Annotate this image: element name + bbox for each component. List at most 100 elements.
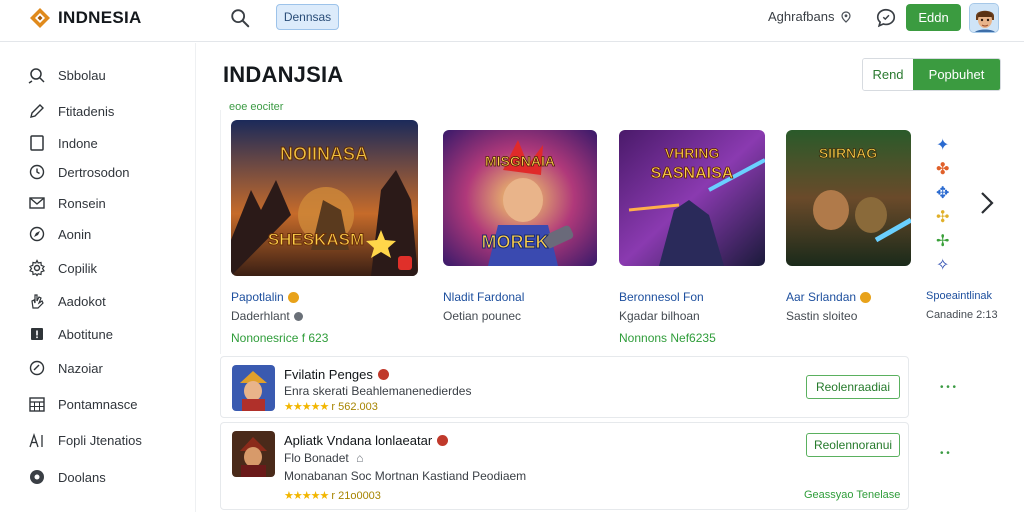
rating: ★★★★★ r 21o0003 (284, 489, 381, 502)
category-icon[interactable]: ✤ (936, 158, 960, 182)
art-title-bottom: SASNAISA (651, 165, 734, 182)
pencil-icon (30, 104, 44, 118)
verified-badge-icon (287, 291, 299, 303)
app-thumbnail (232, 365, 275, 411)
sidebar-item-label: Fopli Jtenatios (58, 432, 142, 448)
category-icon[interactable]: ✣ (936, 206, 960, 230)
sidebar-item-5[interactable]: Ronsein (28, 193, 106, 213)
category-icon-strip: ✦ ✤ ✥ ✣ ✢ ✧ (936, 134, 960, 278)
chevron-right-icon[interactable] (977, 189, 997, 217)
category-icon[interactable]: ✢ (936, 230, 960, 254)
game-meta: Nononesrice f 623 (231, 331, 329, 345)
hand-icon (31, 294, 44, 309)
sidebar-item-label: Ronsein (58, 195, 106, 211)
sidebar-item-2[interactable]: Ftitadenis (28, 101, 114, 121)
sidebar-item-11[interactable]: Pontamnasce (28, 394, 138, 414)
game-title[interactable]: Beronnesol Fon (619, 290, 704, 304)
publisher-name: Flo Bonadet (284, 451, 349, 465)
app-logo[interactable]: INDNESIA (28, 6, 142, 30)
edit-button[interactable]: Eddn (906, 4, 961, 31)
game-developer: Oetian pounec (443, 309, 522, 323)
game-art: SIIRNAG (786, 130, 911, 266)
rating: ★★★★★ r 562.003 (284, 400, 378, 413)
list-item-title[interactable]: Apliatk Vndana lonlaeatar (284, 433, 432, 448)
logo-icon (30, 8, 50, 28)
compass-icon (29, 226, 45, 242)
sidebar-item-10[interactable]: Nazoiar (28, 358, 103, 378)
segment-rend[interactable]: Rend (863, 59, 913, 90)
info-icon (293, 311, 303, 321)
rating-count: r 562.003 (331, 401, 378, 413)
search-icon (28, 68, 45, 84)
verified-badge-icon (860, 291, 872, 303)
tab-dennsas[interactable]: Dennsas (276, 4, 339, 30)
game-title[interactable]: Papotlalin (231, 290, 284, 304)
lock-icon: ⌂ (356, 451, 364, 465)
sidebar-item-1[interactable]: Sbbolau (28, 65, 106, 85)
list-item-extra-link[interactable]: Geassyao Tenelase (804, 489, 900, 501)
segment-popbuhet[interactable]: Popbuhet (913, 59, 1000, 90)
avatar[interactable] (969, 3, 999, 33)
sidebar-item-label: Ftitadenis (58, 103, 115, 119)
user-menu[interactable]: Aghrafbans (768, 9, 852, 24)
sidebar-item-3[interactable]: Indone (28, 133, 98, 153)
view-toggle: Rend Popbuhet (862, 58, 1001, 91)
page-title: INDANJSIA (223, 62, 344, 87)
search-icon[interactable] (229, 7, 251, 29)
mail-icon (29, 197, 45, 209)
sidebar-item-label: Indone (58, 135, 98, 151)
category-icon[interactable]: ✧ (936, 254, 960, 278)
art-title-top: SIIRNAG (819, 145, 877, 161)
chat-icon[interactable] (875, 7, 897, 29)
game-developer: Sastin sloiteo (786, 309, 858, 323)
more-dots[interactable]: • • • (940, 382, 956, 393)
list-item[interactable]: Fvilatin Penges Enra skerati Beahlemanen… (220, 356, 909, 418)
sidebar-item-9[interactable]: Abotitune (28, 324, 113, 344)
game-carousel: NOIINASA SHESKASM Papotlalin Daderhlant … (220, 110, 920, 354)
sidebar-item-13[interactable]: Doolans (28, 467, 106, 487)
sidebar-item-label: Aadokot (58, 293, 106, 309)
alert-icon (31, 328, 43, 340)
art-title-top: NOIINASA (280, 144, 368, 164)
recommend-button[interactable]: Reolenraadiai (806, 375, 900, 399)
user-name-label: Aghrafbans (768, 9, 835, 24)
sidebar-item-label: Doolans (58, 469, 106, 485)
game-art: NOIINASA SHESKASM (231, 120, 418, 276)
list-item-title[interactable]: Fvilatin Penges (284, 367, 373, 382)
list-item[interactable]: Apliatk Vndana lonlaeatar Flo Bonadet ⌂ … (220, 422, 909, 510)
sidebar-item-label: Dertrosodon (58, 164, 130, 180)
game-title[interactable]: Nladit Fardonal (443, 290, 524, 304)
rating-count: r 21o0003 (331, 490, 381, 502)
game-title[interactable]: Aar Srlandan (786, 290, 856, 304)
list-item-description: Enra skerati Beahlemanenedierdes (284, 384, 472, 398)
sidebar-item-6[interactable]: Aonin (28, 224, 91, 244)
game-developer: Daderhlant (231, 309, 290, 323)
game-title[interactable]: Spoeaintlinak (926, 290, 992, 302)
more-dots[interactable]: • • (940, 448, 950, 459)
game-developer: Canadine 2:13 (926, 309, 998, 321)
art-title-top: MISGNAIA (485, 153, 555, 169)
gear-icon (29, 259, 45, 277)
location-icon (840, 10, 851, 23)
sidebar-item-label: Sbbolau (58, 67, 106, 83)
sidebar-item-7[interactable]: Copilik (28, 258, 97, 278)
sidebar-item-label: Pontamnasce (58, 396, 138, 412)
list-item-publisher: Flo Bonadet ⌂ (284, 451, 363, 465)
art-title-bottom: MOREK (482, 232, 549, 252)
category-icon[interactable]: ✦ (936, 134, 960, 158)
app-thumbnail (232, 431, 275, 477)
rating-stars: ★★★★★ (284, 490, 329, 502)
dot-icon (30, 470, 44, 484)
clock-icon (29, 164, 45, 180)
recommend-button[interactable]: Reolennoranui (806, 433, 900, 457)
sidebar-item-label: Nazoiar (58, 360, 103, 376)
sidebar-item-12[interactable]: Fopli Jtenatios (28, 430, 142, 450)
game-meta: Nonnons Nef6235 (619, 331, 716, 345)
calendar-icon (29, 397, 45, 412)
list-item-description: Monabanan Soc Mortnan Kastiand Peodiaem (284, 469, 527, 483)
category-icon[interactable]: ✥ (936, 182, 960, 206)
sidebar-item-4[interactable]: Dertrosodon (28, 162, 130, 182)
sidebar-item-8[interactable]: Aadokot (28, 291, 106, 311)
game-developer: Kgadar bilhoan (619, 309, 700, 323)
ai-icon (29, 432, 43, 448)
